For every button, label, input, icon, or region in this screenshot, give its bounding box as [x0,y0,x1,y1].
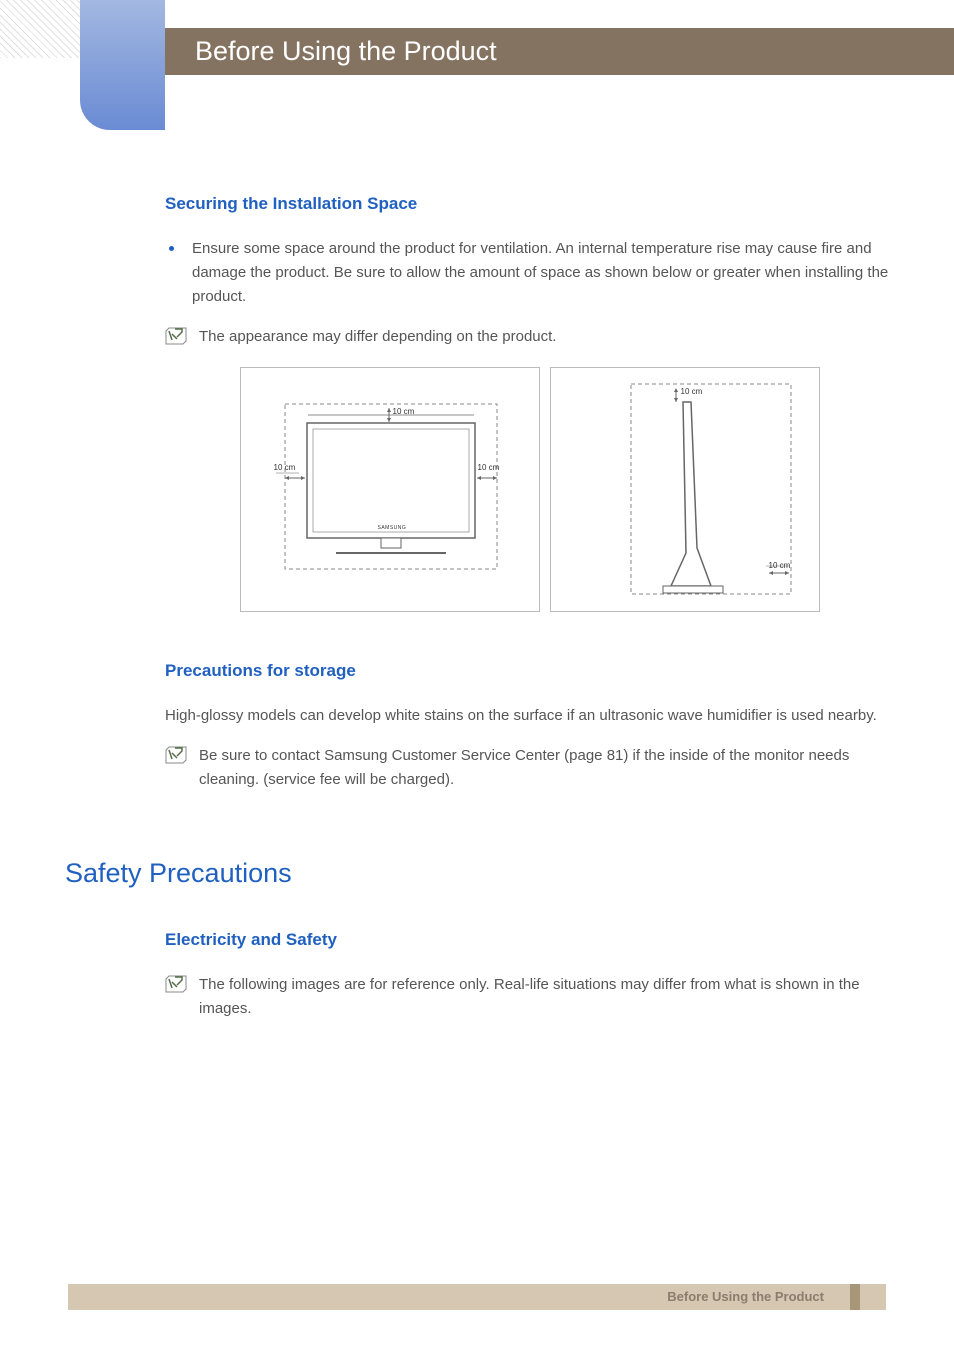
installation-bullet-text: Ensure some space around the product for… [192,237,894,309]
chapter-title: Before Using the Product [165,28,954,75]
note-icon [165,975,187,993]
side-view-diagram: 10 cm 10 cm [550,367,820,612]
storage-note-row: Be sure to contact Samsung Customer Serv… [165,744,894,792]
front-view-diagram: 10 cm 10 cm 10 cm SAMSUNG [240,367,540,612]
section-storage: Precautions for storage High-glossy mode… [165,657,894,792]
diagram-brand-label: SAMSUNG [378,524,407,532]
page-footer-bar: Before Using the Product [68,1284,886,1310]
installation-note-row: The appearance may differ depending on t… [165,325,894,349]
footer-chapter-name: Before Using the Product [667,1287,824,1308]
installation-bullet-row: Ensure some space around the product for… [165,237,894,309]
storage-heading: Precautions for storage [165,657,894,684]
bullet-icon [169,246,174,251]
diagram-label-top: 10 cm [393,406,415,419]
installation-note-text: The appearance may differ depending on t… [199,325,556,349]
safety-main-heading: Safety Precautions [65,852,894,895]
clearance-diagrams: 10 cm 10 cm 10 cm SAMSUNG 10 cm 10 cm [165,367,894,612]
chapter-header-bar: Before Using the Product [165,28,954,75]
storage-body: High-glossy models can develop white sta… [165,704,894,728]
section-installation: Securing the Installation Space Ensure s… [165,190,894,612]
diagram2-label-bottom: 10 cm [769,560,791,573]
diagram-label-left: 10 cm [274,462,296,475]
installation-heading: Securing the Installation Space [165,190,894,217]
section-safety: Safety Precautions Electricity and Safet… [165,852,894,1020]
diagram-label-right: 10 cm [478,462,500,475]
safety-note-text: The following images are for reference o… [199,973,894,1021]
note-icon [165,327,187,345]
storage-note-text: Be sure to contact Samsung Customer Serv… [199,744,894,792]
safety-note-row: The following images are for reference o… [165,973,894,1021]
note-icon [165,746,187,764]
chapter-tab-decoration [80,0,165,130]
diagram2-label-top: 10 cm [681,386,703,399]
footer-accent-block [850,1284,860,1310]
corner-hatch-decoration [0,0,80,58]
safety-subheading: Electricity and Safety [165,926,894,953]
page-content: Securing the Installation Space Ensure s… [165,190,894,1033]
